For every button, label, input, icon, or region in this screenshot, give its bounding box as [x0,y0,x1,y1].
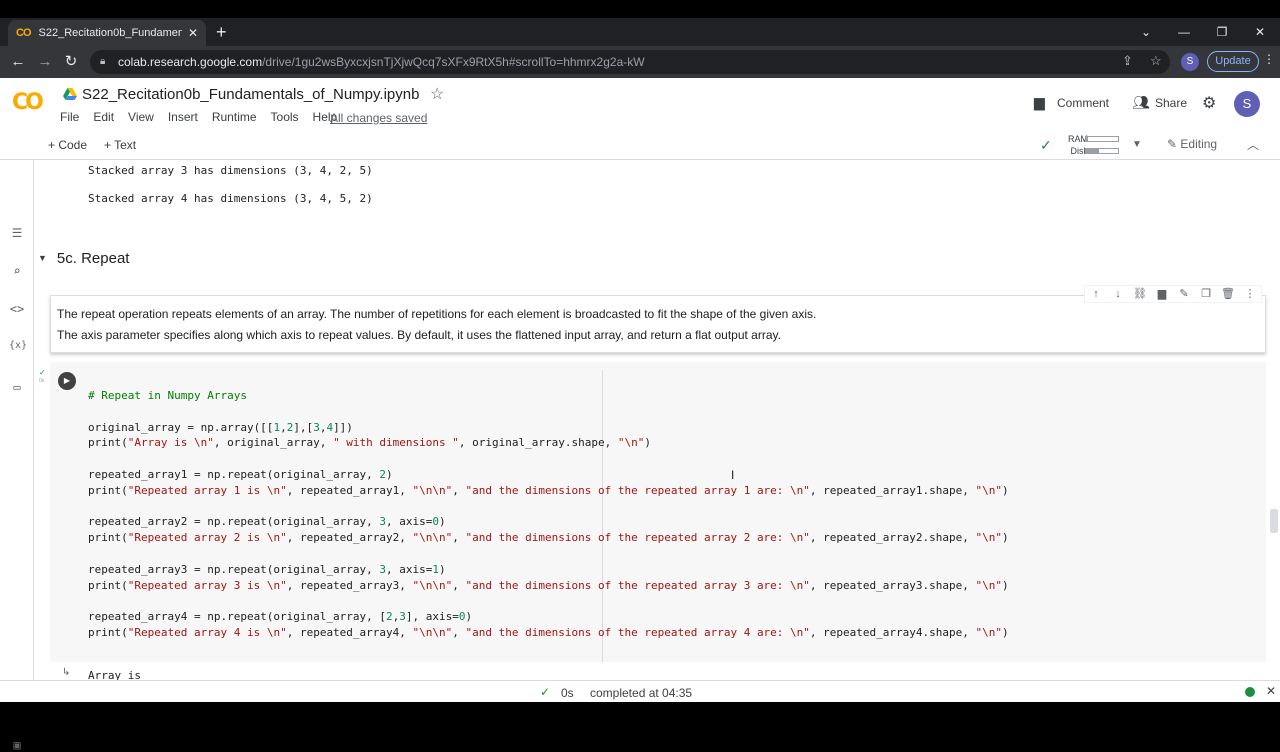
url-field[interactable]: 🔒︎ colab.research.google.com/drive/1gu2w… [90,50,1170,74]
code-comment: # Repeat in Numpy Arrays [88,389,247,402]
status-completed: completed at 04:35 [590,686,693,700]
search-icon[interactable]: ⌕ [9,264,25,278]
comment-cell-icon[interactable]: ▆ [1151,286,1173,302]
run-cell-button[interactable]: ▶ [58,372,76,390]
browser-tabstrip: CO S22_Recitation0b_Fundamentals ✕ [0,18,1280,46]
restore-icon[interactable]: ❐ [1204,18,1240,46]
left-sidebar: ☰ ⌕ <> {x} ▭ ▤ ▣ [0,160,34,752]
move-up-icon[interactable]: ↑ [1085,286,1107,302]
colab-favicon-icon: CO [16,27,31,39]
url-path: /drive/1gu2wsByxcxjsnTjXjwQcq7sXFx9RtX5h… [262,55,645,69]
star-icon[interactable]: ☆ [430,84,444,104]
screen: CO S22_Recitation0b_Fundamentals ✕ + ⌄ —… [0,0,1280,752]
editing-mode-button[interactable]: ✎ Editing [1167,137,1217,151]
resources-indicator[interactable]: ✓ RAM Disk ▼ [1040,133,1160,159]
edit-pencil-icon[interactable]: ✎ [1173,286,1195,302]
disk-bar [1085,148,1119,154]
text-cell-line: The repeat operation repeats elements of… [57,307,817,321]
menu-runtime[interactable]: Runtime [212,110,257,124]
notebook-main: Stacked array 3 has dimensions (3, 4, 2,… [34,160,1280,680]
link-icon[interactable]: ⛓ [1129,286,1151,302]
notebook-title[interactable]: S22_Recitation0b_Fundamentals_of_Numpy.i… [82,86,419,103]
user-avatar[interactable]: S [1234,91,1260,117]
letterbox-top [0,0,1280,18]
url-host: colab.research.google.com [118,55,263,69]
address-bar: ← → ↻ 🔒︎ colab.research.google.com/drive… [0,46,1280,78]
previous-output-line: Stacked array 4 has dimensions (3, 4, 5,… [88,192,373,205]
colab-page: CO S22_Recitation0b_Fundamentals_of_Nump… [0,78,1280,752]
section-title: 5c. Repeat [56,250,130,267]
previous-output-line: Stacked array 3 has dimensions (3, 4, 2,… [88,164,373,177]
ram-label: RAM [1068,134,1088,144]
letterbox-bottom [0,702,1280,720]
tab-close-icon[interactable]: ✕ [188,26,198,40]
code-snippets-icon[interactable]: <> [9,302,25,316]
move-down-icon[interactable]: ↓ [1107,286,1129,302]
reload-icon[interactable]: ↻ [60,52,82,72]
exec-success-icon: ✓ [39,368,46,377]
ram-bar [1085,136,1119,142]
tab-title: S22_Recitation0b_Fundamentals [38,27,182,39]
scrollbar-thumb[interactable] [1270,509,1278,533]
menu-file[interactable]: File [60,110,79,124]
browser-menu-icon[interactable]: ⋮ [1263,52,1275,66]
output-clear-icon[interactable]: ↳ [62,667,70,678]
lock-icon: 🔒︎ [100,56,106,67]
connected-check-icon: ✓ [1040,137,1052,153]
variables-icon[interactable]: {x} [9,340,27,351]
delete-icon[interactable]: 🗑︎ [1217,286,1239,302]
notebook-toolbar: + Code + Text ✓ RAM Disk ▼ ✎ Editing ︿ [0,130,1280,160]
code-editor[interactable]: # Repeat in Numpy Arrays original_array … [88,388,1009,641]
update-button[interactable]: Update [1207,51,1259,72]
status-check-icon: ✓ [540,685,551,699]
editing-label: Editing [1180,137,1218,151]
menu-tools[interactable]: Tools [271,110,299,124]
mirror-cell-icon[interactable]: ❐ [1195,286,1217,302]
menu-insert[interactable]: Insert [168,110,198,124]
share-button[interactable]: Share [1155,96,1187,110]
cell-toolbar: ↑ ↓ ⛓ ▆ ✎ ❐ 🗑︎ ⋮ [1084,285,1262,303]
menu-bar: File Edit View Insert Runtime Tools Help [60,110,351,124]
code-cell[interactable]: ✓ 0s ▶ # Repeat in Numpy Arrays original… [39,362,1266,662]
colab-logo[interactable]: CO [12,90,44,115]
share-page-icon[interactable]: ⇪ [1122,53,1133,69]
window-close-icon[interactable]: ✕ [1242,18,1278,46]
minimize-icon[interactable]: — [1166,18,1202,46]
settings-gear-icon[interactable]: ⚙ [1202,93,1216,113]
forward-icon[interactable]: → [34,52,56,72]
terminal-icon[interactable]: ▣ [9,738,25,752]
tab-search-icon[interactable]: ⌄ [1128,18,1164,46]
section-collapse-icon[interactable]: ▼ [38,253,47,263]
status-duration: 0s [561,686,574,700]
disk-label: Disk [1070,146,1089,156]
add-code-button[interactable]: + Code [48,138,87,152]
back-icon[interactable]: ← [7,52,29,72]
add-text-button[interactable]: + Text [104,138,136,152]
text-cell[interactable]: The repeat operation repeats elements of… [50,295,1266,353]
section-heading[interactable]: ▼ 5c. Repeat [38,250,129,267]
connection-dot-icon [1245,687,1255,697]
save-status[interactable]: All changes saved [330,111,427,125]
text-cursor-icon: I [731,468,735,482]
drive-icon [63,88,77,100]
menu-edit[interactable]: Edit [93,110,114,124]
more-options-icon[interactable]: ⋮ [1239,286,1261,302]
comment-icon: ▆ [1034,94,1045,110]
browser-tab[interactable]: CO S22_Recitation0b_Fundamentals ✕ [8,20,206,46]
bookmark-star-icon[interactable]: ☆ [1150,53,1162,69]
browser-profile-avatar[interactable]: S [1181,53,1199,71]
share-people-icon: 👥︎ [1132,94,1150,110]
output-line: Array is [88,669,141,680]
status-close-icon[interactable]: ✕ [1266,684,1276,698]
status-bar: ✓ 0s completed at 04:35 ✕ [0,680,1280,702]
resources-dropdown-icon[interactable]: ▼ [1132,139,1142,150]
text-cell-line: The axis parameter specifies along which… [57,328,781,342]
exec-time: 0s [39,378,45,384]
table-of-contents-icon[interactable]: ☰ [9,226,25,240]
files-folder-icon[interactable]: ▭ [9,380,25,394]
menu-view[interactable]: View [128,110,154,124]
new-tab-icon[interactable]: + [216,20,227,44]
comment-button[interactable]: Comment [1057,96,1109,110]
collapse-header-icon[interactable]: ︿ [1247,136,1259,153]
